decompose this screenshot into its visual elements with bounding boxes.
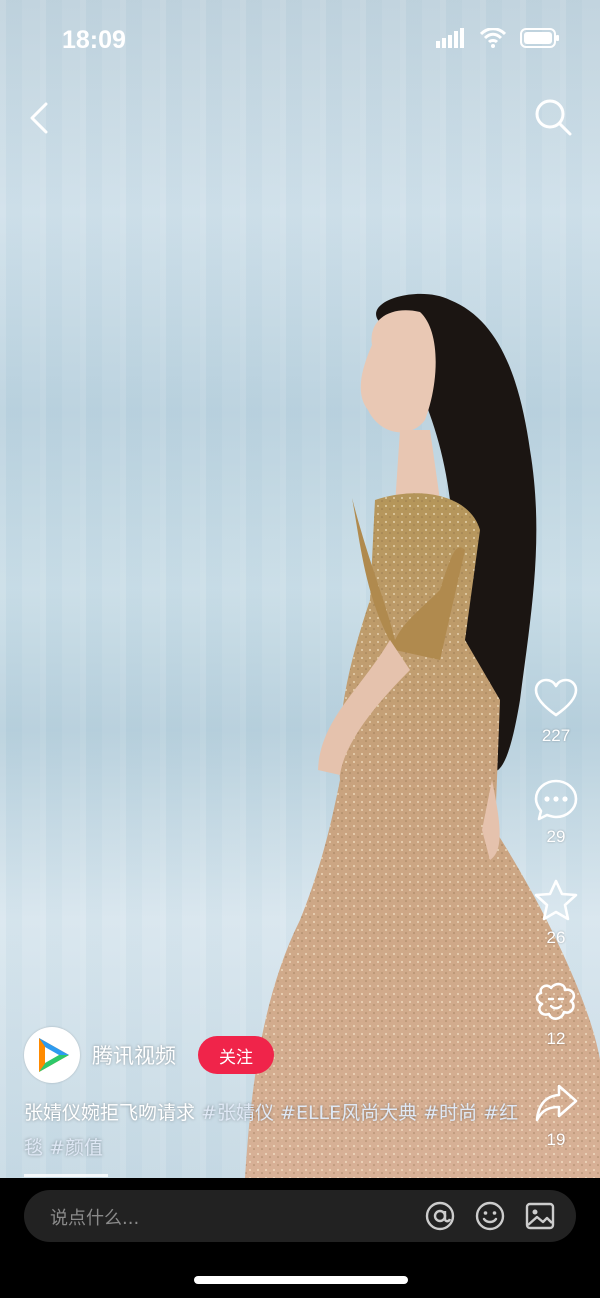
mention-icon[interactable] [424,1200,456,1232]
avatar[interactable] [24,1027,80,1083]
heart-icon [534,678,578,717]
cheer-count: 12 [546,1029,566,1048]
tencent-video-logo-icon [39,1038,69,1072]
action-rail: 227 29 26 12 19 [526,676,586,1181]
battery-icon [520,28,559,48]
like-count: 227 [541,726,571,745]
bottom-bar: 说点什么... [0,1178,600,1298]
chevron-left-icon[interactable] [24,98,60,138]
caption: 张婧仪婉拒飞吻请求 #张婧仪 #ELLE风尚大典 #时尚 #红毯 #颜值 [24,1096,524,1166]
input-icons [424,1200,556,1232]
status-icons [436,28,560,48]
favorite-button[interactable]: 26 [533,878,579,979]
comment-count: 29 [546,827,566,846]
comment-icon [534,779,578,821]
home-indicator [194,1276,408,1284]
cheer-button[interactable]: 12 [533,979,579,1080]
wifi-icon [480,28,506,48]
image-icon[interactable] [524,1200,556,1232]
author-row: 腾讯视频 关注 [24,1027,274,1083]
cheer-icon [535,982,576,1020]
video-subject [245,293,600,1178]
hashtag[interactable]: #张婧仪 [201,1102,274,1124]
hashtag[interactable]: #时尚 [423,1102,477,1124]
hashtag[interactable]: #ELLE风尚大典 [280,1102,417,1124]
like-button[interactable]: 227 [533,676,579,777]
video-screen: 18:09 227 29 26 12 19 腾讯视频 关注 张婧仪婉拒飞吻请求 … [0,0,600,1298]
status-bar: 18:09 [0,0,600,80]
follow-button[interactable]: 关注 [198,1036,274,1074]
caption-text: 张婧仪婉拒飞吻请求 [24,1102,196,1124]
hashtag[interactable]: #颜值 [49,1137,103,1159]
star-icon [534,879,578,921]
clock: 18:09 [62,26,126,54]
comment-input[interactable]: 说点什么... [24,1190,576,1242]
share-icon [535,1084,578,1122]
share-count: 19 [546,1130,566,1149]
video-progress[interactable] [24,1174,108,1177]
favorite-count: 26 [546,928,566,947]
emoji-icon[interactable] [474,1200,506,1232]
signal-icon [436,28,464,48]
search-icon[interactable] [532,96,574,138]
author-name[interactable]: 腾讯视频 [92,1040,176,1070]
comment-button[interactable]: 29 [533,777,579,878]
share-button[interactable]: 19 [533,1080,579,1181]
comment-placeholder: 说点什么... [50,1208,140,1229]
